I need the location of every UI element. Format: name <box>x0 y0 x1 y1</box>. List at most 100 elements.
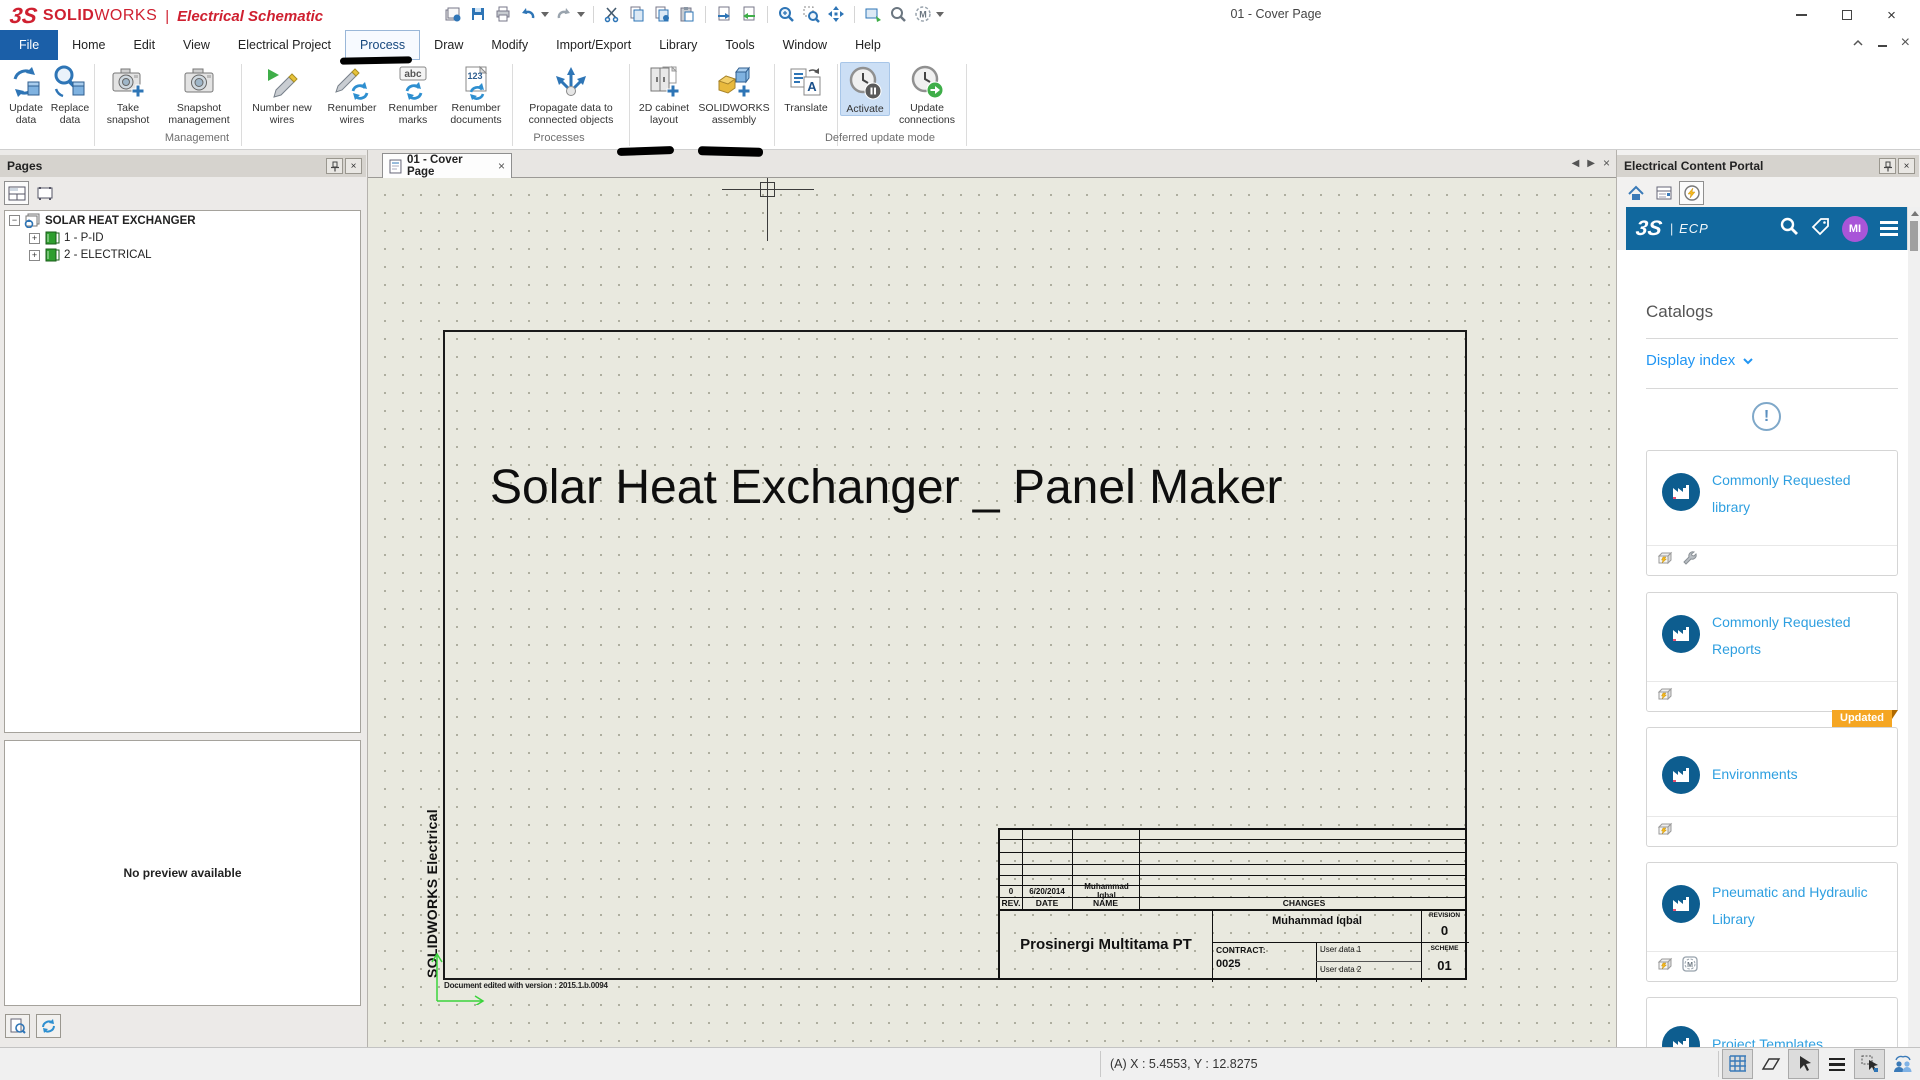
catalog-card-environments[interactable]: Environments <box>1646 727 1898 847</box>
tab-close-icon[interactable]: × <box>498 159 505 173</box>
cut-icon[interactable] <box>602 4 622 24</box>
menu-tools[interactable]: Tools <box>711 30 768 60</box>
selection-cursor-icon[interactable] <box>1788 1049 1819 1079</box>
menu-edit[interactable]: Edit <box>120 30 170 60</box>
grid-toggle-icon[interactable] <box>1722 1049 1753 1079</box>
menu-icon[interactable] <box>1880 221 1898 236</box>
copy-icon[interactable] <box>627 4 647 24</box>
propagate-data-button[interactable]: Propagate data to connected objects <box>515 62 627 126</box>
undo-icon[interactable] <box>518 4 538 24</box>
doc-minimize-icon[interactable] <box>1878 34 1887 52</box>
renumber-wires-button[interactable]: Renumber wires <box>320 62 384 126</box>
undo-dropdown-icon[interactable] <box>541 12 549 17</box>
close-button[interactable]: × <box>1869 0 1914 30</box>
search-icon[interactable] <box>888 4 908 24</box>
zoom-in-icon[interactable] <box>776 4 796 24</box>
refresh-icon[interactable] <box>36 1014 61 1038</box>
card-title[interactable]: Project Templates <box>1712 1031 1887 1047</box>
translate-button[interactable]: A Translate <box>777 62 835 114</box>
minimize-button[interactable] <box>1779 0 1824 30</box>
card-title[interactable]: Commonly Requested library <box>1712 467 1887 521</box>
toolbar-options-caret-icon[interactable] <box>936 12 944 17</box>
snap-cursor-icon[interactable] <box>1854 1049 1885 1079</box>
capture-icon[interactable] <box>863 4 883 24</box>
catalog-card-commonly-requested-library[interactable]: Commonly Requested library <box>1646 450 1898 576</box>
collaboration-icon[interactable] <box>1887 1049 1918 1079</box>
tree-root-project[interactable]: − SOLAR HEAT EXCHANGER <box>5 211 360 229</box>
card-title[interactable]: Pneumatic and Hydraulic Library <box>1712 879 1887 933</box>
search-icon[interactable] <box>1779 216 1799 241</box>
tab-cover-page[interactable]: 01 - Cover Page × <box>382 153 512 178</box>
close-icon[interactable]: × <box>1898 158 1915 174</box>
paste-icon[interactable] <box>677 4 697 24</box>
expand-expander-icon[interactable]: + <box>29 250 40 261</box>
preview-toggle-icon[interactable] <box>5 1014 30 1038</box>
menu-electrical-project[interactable]: Electrical Project <box>224 30 345 60</box>
cabinet-view-icon[interactable] <box>32 181 57 205</box>
catalog-card-project-templates[interactable]: Project Templates <box>1646 997 1898 1047</box>
tab-scroll-right-icon[interactable]: ▶ <box>1587 158 1595 169</box>
pin-icon[interactable] <box>326 158 343 174</box>
tree-item-electrical[interactable]: + 2 - ELECTRICAL <box>5 246 360 263</box>
number-new-wires-button[interactable]: Number new wires <box>244 62 320 126</box>
collapse-ribbon-icon[interactable] <box>1852 34 1864 52</box>
tab-list-close-icon[interactable]: × <box>1603 156 1610 170</box>
perspective-toggle-icon[interactable] <box>1755 1049 1786 1079</box>
display-index-link[interactable]: Display index <box>1646 352 1754 369</box>
page-view-icon[interactable] <box>4 181 29 205</box>
update-connections-button[interactable]: Update connections <box>890 62 964 126</box>
copy-special-icon[interactable] <box>652 4 672 24</box>
avatar[interactable]: MI <box>1842 216 1868 242</box>
activate-button[interactable]: Activate <box>840 62 890 116</box>
menu-import-export[interactable]: Import/Export <box>542 30 645 60</box>
portal-scrollbar[interactable] <box>1907 207 1920 1047</box>
menu-window[interactable]: Window <box>769 30 841 60</box>
snapshot-management-button[interactable]: Snapshot management <box>159 62 239 126</box>
take-snapshot-button[interactable]: Take snapshot <box>97 62 159 126</box>
expand-expander-icon[interactable]: + <box>29 233 40 244</box>
solidworks-assembly-button[interactable]: SOLIDWORKS assembly <box>696 62 772 126</box>
menu-draw[interactable]: Draw <box>420 30 477 60</box>
card-title[interactable]: Environments <box>1712 761 1887 788</box>
catalog-card-commonly-requested-reports[interactable]: Commonly Requested Reports <box>1646 592 1898 712</box>
renumber-documents-button[interactable]: 123 Renumber documents <box>442 62 510 126</box>
zoom-area-icon[interactable] <box>801 4 821 24</box>
card-title[interactable]: Commonly Requested Reports <box>1712 609 1887 663</box>
drawing-canvas[interactable]: Solar Heat Exchanger _ Panel Maker <box>368 178 1616 1047</box>
catalog-card-pneumatic-hydraulic[interactable]: Pneumatic and Hydraulic Library M <box>1646 862 1898 982</box>
macro-icon[interactable]: M <box>913 4 933 24</box>
line-weight-icon[interactable] <box>1821 1049 1852 1079</box>
tree-item-pid[interactable]: + 1 - P-ID <box>5 229 360 246</box>
pan-icon[interactable] <box>826 4 846 24</box>
doc-close-icon[interactable]: × <box>1901 34 1910 52</box>
menu-home[interactable]: Home <box>58 30 119 60</box>
close-icon[interactable]: × <box>345 158 362 174</box>
pin-icon[interactable] <box>1879 158 1896 174</box>
menu-modify[interactable]: Modify <box>477 30 542 60</box>
tag-icon[interactable] <box>1811 217 1830 241</box>
maximize-button[interactable] <box>1824 0 1869 30</box>
print-icon[interactable] <box>493 4 513 24</box>
power-content-icon[interactable] <box>1679 181 1704 205</box>
update-data-button[interactable]: Update data <box>4 62 48 126</box>
menu-view[interactable]: View <box>169 30 224 60</box>
scroll-up-icon[interactable] <box>1911 211 1919 216</box>
cabinet-layout-button[interactable]: 2D cabinet layout <box>632 62 696 126</box>
form-icon[interactable] <box>1651 181 1676 205</box>
scrollbar-thumb[interactable] <box>1910 221 1918 251</box>
menu-library[interactable]: Library <box>645 30 711 60</box>
collapse-expander-icon[interactable]: − <box>9 215 20 226</box>
menu-file[interactable]: File <box>0 30 58 60</box>
home-icon[interactable] <box>1623 181 1648 205</box>
copy-page-icon[interactable] <box>714 4 734 24</box>
archive-icon[interactable] <box>443 4 463 24</box>
tab-scroll-left-icon[interactable]: ◀ <box>1572 158 1580 169</box>
redo-dropdown-icon[interactable] <box>577 12 585 17</box>
menu-help[interactable]: Help <box>841 30 895 60</box>
renumber-marks-button[interactable]: abc Renumber marks <box>384 62 442 126</box>
replace-data-button[interactable]: Replace data <box>48 62 92 126</box>
paste-page-icon[interactable] <box>739 4 759 24</box>
ribbon-separator <box>94 64 95 146</box>
redo-icon[interactable] <box>554 4 574 24</box>
save-icon[interactable] <box>468 4 488 24</box>
